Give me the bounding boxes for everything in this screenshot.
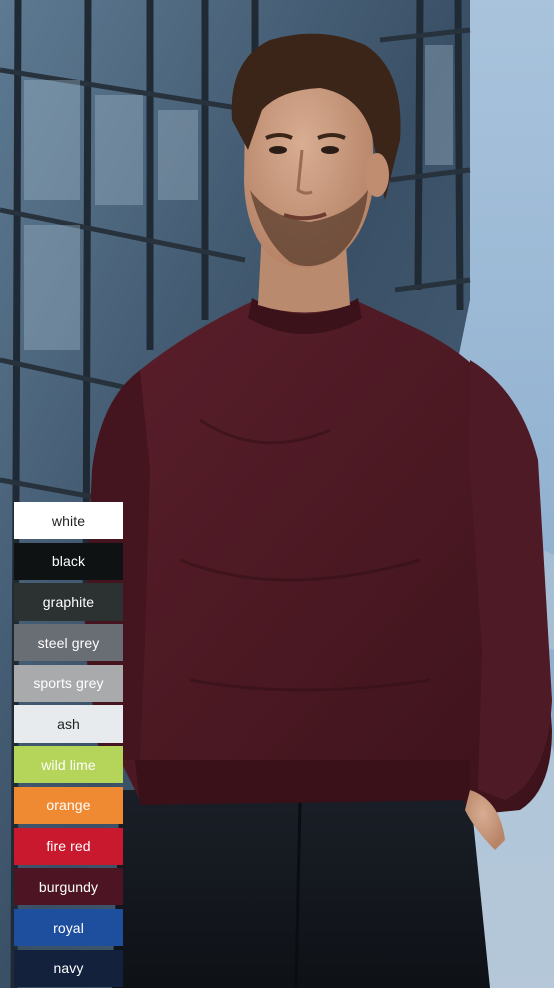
swatch-label: black xyxy=(51,553,86,570)
swatch-label: orange xyxy=(46,797,91,814)
swatch-label: ash xyxy=(57,716,80,733)
swatch-label: navy xyxy=(53,960,84,977)
swatch-label: sports grey xyxy=(33,675,104,692)
swatch-label: wild lime xyxy=(41,756,96,773)
swatch-label: graphite xyxy=(42,594,95,611)
swatch-label: burgundy xyxy=(38,878,99,895)
color-swatch-steel-grey[interactable]: steel grey xyxy=(14,624,123,662)
color-swatch-black[interactable]: black xyxy=(14,542,123,580)
swatch-label: white xyxy=(51,512,86,529)
color-swatch-graphite[interactable]: graphite xyxy=(14,583,123,621)
color-swatch-sports-grey[interactable]: sports grey xyxy=(14,664,123,703)
product-photo-panel: white black graphite steel grey sports g… xyxy=(0,0,554,988)
color-swatch-fire-red[interactable]: fire red xyxy=(14,827,123,865)
color-swatch-royal[interactable]: royal xyxy=(14,908,123,947)
swatch-label: fire red xyxy=(46,838,91,855)
swatch-label: royal xyxy=(53,919,84,936)
color-swatch-orange[interactable]: orange xyxy=(14,786,123,825)
color-swatch-navy[interactable]: navy xyxy=(14,949,123,987)
color-swatch-list: white black graphite steel grey sports g… xyxy=(14,502,123,987)
color-swatch-white[interactable]: white xyxy=(14,502,123,540)
color-swatch-burgundy[interactable]: burgundy xyxy=(14,868,123,906)
swatch-label: steel grey xyxy=(37,634,100,651)
color-swatch-ash[interactable]: ash xyxy=(14,705,123,743)
color-swatch-wild-lime[interactable]: wild lime xyxy=(14,746,123,784)
